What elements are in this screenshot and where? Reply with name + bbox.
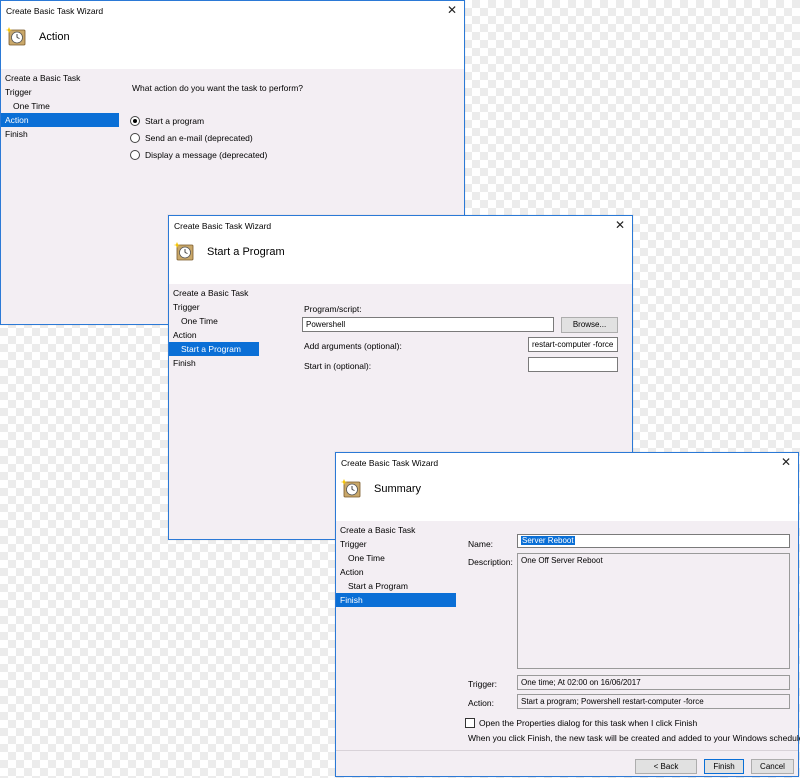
action-label: Action: [468,698,494,708]
header-title: Summary [374,483,422,495]
wizard-header: Action [1,21,464,69]
step-create-basic-task: Create a Basic Task [5,73,81,83]
wizard-steps: Create a Basic Task Trigger One Time Act… [336,523,456,607]
wizard-header: Summary [336,473,798,521]
title-bar: Create Basic Task Wizard ✕ [1,1,464,21]
add-arguments-input[interactable]: restart-computer -force [528,337,618,352]
step-finish: Finish [336,593,456,607]
start-in-input[interactable] [528,357,618,372]
step-action: Action [173,330,197,340]
add-arguments-label: Add arguments (optional): [304,341,402,351]
wizard-steps: Create a Basic Task Trigger One Time Act… [169,286,259,370]
action-value-box: Start a program; Powershell restart-comp… [517,694,790,709]
description-label: Description: [468,557,513,567]
step-one-time: One Time [181,316,218,326]
name-input[interactable]: Server Reboot [517,534,790,548]
finish-note: When you click Finish, the new task will… [468,733,800,743]
radio-selected-icon [130,116,140,126]
trigger-value-box: One time; At 02:00 on 16/06/2017 [517,675,790,690]
close-icon[interactable]: ✕ [780,455,792,469]
window-title: Create Basic Task Wizard [6,6,104,16]
radio-send-email[interactable]: Send an e-mail (deprecated) [130,133,253,143]
step-start-program: Start a Program [348,581,408,591]
radio-label: Display a message (deprecated) [145,150,268,160]
footer-separator [336,750,798,751]
description-textarea[interactable]: One Off Server Reboot [517,553,790,669]
header-title: Action [39,31,70,43]
radio-start-program[interactable]: Start a program [130,116,204,126]
program-script-label: Program/script: [304,304,362,314]
step-create-basic-task: Create a Basic Task [340,525,416,535]
finish-button[interactable]: Finish [704,759,744,774]
close-icon[interactable]: ✕ [446,3,458,17]
task-scheduler-clock-icon [340,479,361,498]
close-icon[interactable]: ✕ [614,218,626,232]
title-bar: Create Basic Task Wizard ✕ [336,453,798,473]
window-title: Create Basic Task Wizard [174,221,272,231]
wizard-steps: Create a Basic Task Trigger One Time Act… [1,71,119,141]
step-create-basic-task: Create a Basic Task [173,288,249,298]
step-trigger: Trigger [5,87,32,97]
open-properties-checkbox[interactable] [465,718,475,728]
radio-label: Start a program [145,116,205,126]
open-properties-label: Open the Properties dialog for this task… [479,718,698,728]
cancel-button[interactable]: Cancel [751,759,794,774]
name-label: Name: [468,539,494,549]
step-trigger: Trigger [340,539,367,549]
step-action: Action [340,567,364,577]
wizard-header: Start a Program [169,236,632,284]
task-scheduler-clock-icon [173,242,194,261]
start-in-label: Start in (optional): [304,361,372,371]
step-one-time: One Time [13,101,50,111]
window-title: Create Basic Task Wizard [341,458,439,468]
step-action: Action [1,113,119,127]
title-bar: Create Basic Task Wizard ✕ [169,216,632,236]
action-question: What action do you want the task to perf… [132,83,304,93]
trigger-label: Trigger: [468,679,497,689]
header-title: Start a Program [207,246,285,258]
step-one-time: One Time [348,553,385,563]
radio-icon [130,150,140,160]
step-start-program: Start a Program [169,342,259,356]
program-script-input[interactable]: Powershell [302,317,554,332]
browse-button[interactable]: Browse... [561,317,618,333]
radio-label: Send an e-mail (deprecated) [145,133,253,143]
step-finish: Finish [5,129,28,139]
step-trigger: Trigger [173,302,200,312]
step-finish: Finish [173,358,196,368]
wizard-dialog-summary: Create Basic Task Wizard ✕ Summary Creat… [335,452,800,777]
task-scheduler-clock-icon [5,27,26,46]
back-button[interactable]: < Back [635,759,697,774]
name-value: Server Reboot [521,536,575,545]
radio-icon [130,133,140,143]
radio-display-message[interactable]: Display a message (deprecated) [130,150,267,160]
